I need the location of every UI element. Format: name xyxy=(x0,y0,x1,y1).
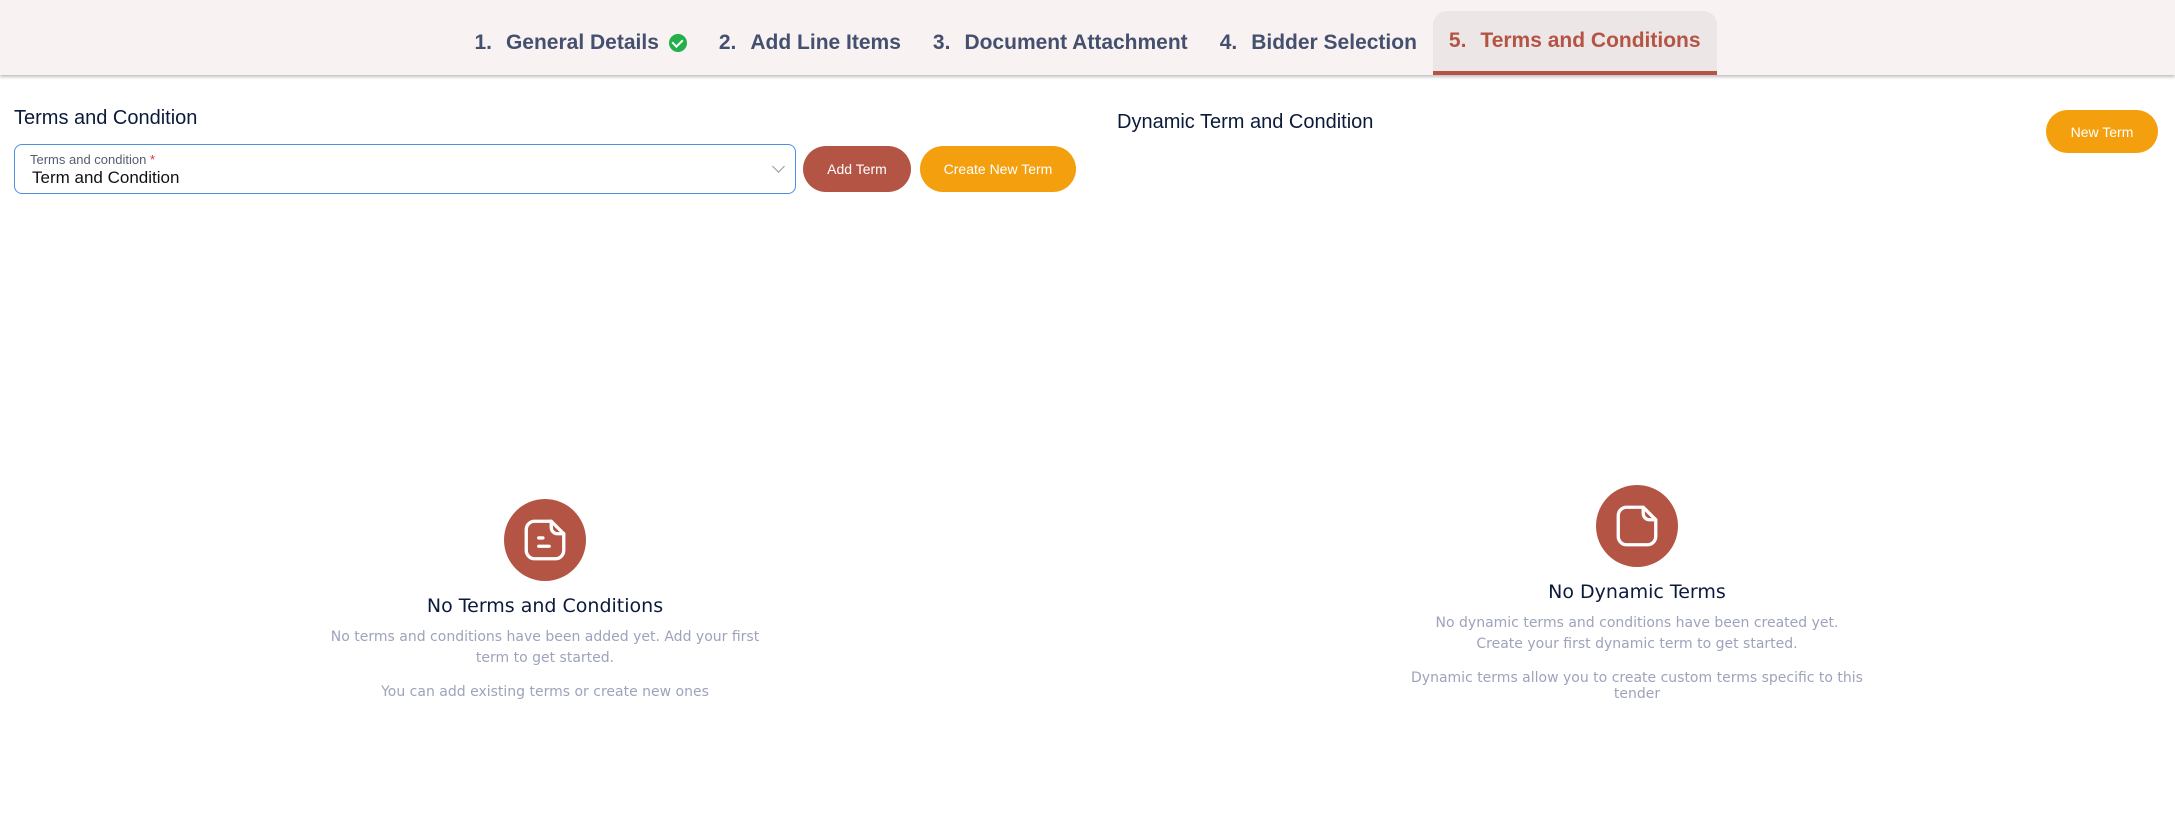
dynamic-empty-note: Dynamic terms allow you to create custom… xyxy=(1411,670,1863,702)
terms-empty-title: No Terms and Conditions xyxy=(426,595,664,617)
terms-select[interactable]: Terms and condition * Term and Condition xyxy=(14,144,796,194)
new-term-button[interactable]: New Term xyxy=(2046,110,2158,153)
tab-general-details[interactable]: 1. General Details xyxy=(458,11,702,75)
terms-section-title: Terms and Condition xyxy=(14,107,198,129)
terms-empty-state: No Terms and Conditions No terms and con… xyxy=(305,499,785,700)
document-text-icon xyxy=(504,499,586,581)
add-term-button[interactable]: Add Term xyxy=(803,146,911,192)
dynamic-empty-state: No Dynamic Terms No dynamic terms and co… xyxy=(1397,485,1877,702)
chevron-down-icon xyxy=(772,160,785,173)
tab-add-line-items[interactable]: 2. Add Line Items xyxy=(703,11,917,75)
dynamic-empty-title: No Dynamic Terms xyxy=(1548,581,1726,603)
tab-document-attachment[interactable]: 3. Document Attachment xyxy=(917,11,1204,75)
terms-empty-description: No terms and conditions have been added … xyxy=(330,629,760,666)
terms-select-value: Term and Condition xyxy=(32,168,180,187)
tab-terms-and-conditions[interactable]: 5. Terms and Conditions xyxy=(1432,11,1717,75)
terms-select-label: Terms and condition * xyxy=(30,152,156,167)
dynamic-section-title: Dynamic Term and Condition xyxy=(1117,111,1374,133)
document-icon xyxy=(1596,485,1678,567)
check-circle-icon xyxy=(668,34,687,52)
stepper-tabs: 1. General Details 2. Add Line Items 3. Doc… xyxy=(0,11,2175,75)
tab-bidder-selection[interactable]: 4. Bidder Selection xyxy=(1204,11,1433,75)
stepper-bar: 1. General Details 2. Add Line Items 3. Doc… xyxy=(0,0,2175,75)
dynamic-empty-description: No dynamic terms and conditions have bee… xyxy=(1435,615,1839,652)
terms-empty-note: You can add existing terms or create new… xyxy=(381,684,709,700)
create-new-term-button[interactable]: Create New Term xyxy=(920,146,1076,192)
